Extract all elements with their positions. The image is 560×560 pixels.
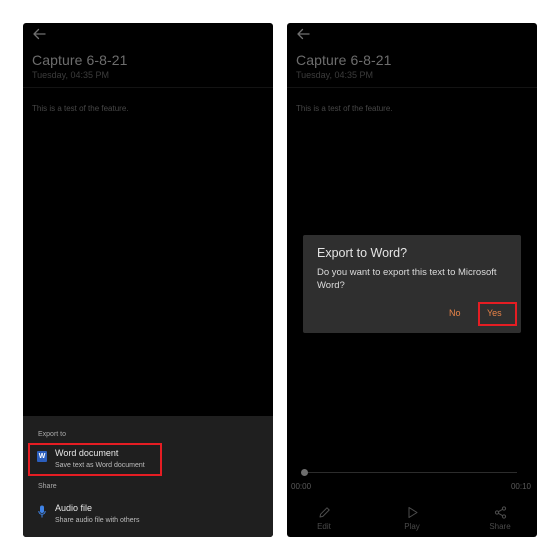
recording-date: Tuesday, 04:35 PM <box>32 70 110 80</box>
dialog-message: Do you want to export this text to Micro… <box>317 267 497 291</box>
dialog-title: Export to Word? <box>317 246 408 260</box>
edit-button[interactable]: Edit <box>299 506 349 536</box>
header-divider <box>23 87 273 88</box>
play-button[interactable]: Play <box>387 506 437 536</box>
share-button[interactable]: Share <box>475 506 525 536</box>
yes-button[interactable]: Yes <box>487 308 502 318</box>
share-heading: Share <box>38 483 57 490</box>
left-phone-screen: Capture 6-8-21 Tuesday, 04:35 PM This is… <box>23 23 273 537</box>
microphone-icon <box>38 505 46 518</box>
seek-thumb[interactable] <box>301 469 308 476</box>
play-label: Play <box>404 522 420 531</box>
word-document-subtitle: Save text as Word document <box>55 462 145 469</box>
right-phone-screen: Capture 6-8-21 Tuesday, 04:35 PM This is… <box>287 23 537 537</box>
seek-bar[interactable] <box>305 472 517 473</box>
recording-title: Capture 6-8-21 <box>32 52 128 68</box>
header-divider <box>287 87 537 88</box>
recording-date: Tuesday, 04:35 PM <box>296 70 374 80</box>
back-arrow-icon[interactable] <box>296 27 310 41</box>
no-button[interactable]: No <box>449 308 461 318</box>
total-time: 00:10 <box>510 482 531 491</box>
export-bottom-sheet: Export to W Word document Save text as W… <box>23 416 273 537</box>
transcript-text: This is a test of the feature. <box>32 104 129 113</box>
back-arrow-icon[interactable] <box>32 27 46 41</box>
share-audio-file-item[interactable]: Audio file Share audio file with others <box>33 500 259 528</box>
share-label: Share <box>489 522 511 531</box>
edit-label: Edit <box>317 522 331 531</box>
export-to-heading: Export to <box>38 431 67 438</box>
word-icon: W <box>37 451 47 462</box>
share-icon <box>494 506 506 519</box>
export-word-document-item[interactable]: W Word document Save text as Word docume… <box>33 445 259 473</box>
current-time: 00:00 <box>291 482 312 491</box>
recording-title: Capture 6-8-21 <box>296 52 392 68</box>
transcript-text: This is a test of the feature. <box>296 104 393 113</box>
audio-file-title: Audio file <box>55 503 93 513</box>
audio-file-subtitle: Share audio file with others <box>55 517 140 524</box>
play-icon <box>408 507 417 518</box>
pencil-icon <box>319 507 330 518</box>
export-to-word-dialog: Export to Word? Do you want to export th… <box>303 235 521 333</box>
word-document-title: Word document <box>55 448 119 458</box>
